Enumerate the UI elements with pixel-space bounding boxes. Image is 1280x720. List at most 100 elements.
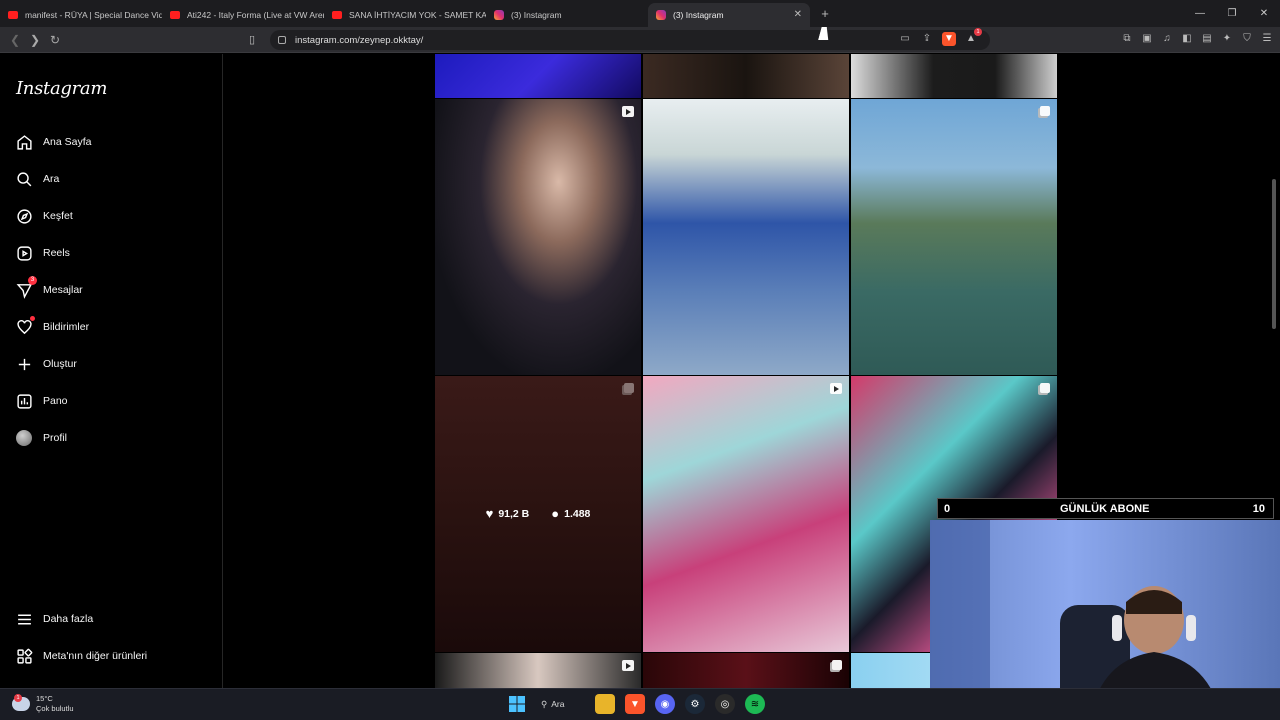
carousel-indicator-icon: [1040, 106, 1050, 116]
sidebar-item-explore[interactable]: Keşfet: [14, 204, 73, 228]
youtube-icon: [8, 10, 18, 19]
leo-ai-icon[interactable]: ✦: [1220, 32, 1234, 46]
file-explorer-icon[interactable]: [595, 694, 615, 714]
reel-indicator-icon: [830, 383, 842, 394]
menu-icon[interactable]: ☰: [1260, 32, 1274, 46]
sidebar-item-home[interactable]: Ana Sayfa: [14, 130, 91, 154]
close-window-icon[interactable]: ✕: [1248, 8, 1280, 19]
sidebar-item-label: Keşfet: [43, 210, 73, 222]
bookmark-icon[interactable]: ▯: [249, 33, 255, 46]
rewards-badge: 1: [974, 28, 982, 36]
vpn-icon[interactable]: ⛉: [1240, 32, 1254, 46]
taskbar-search[interactable]: ⚲ Ara: [537, 694, 585, 714]
sidebar-item-dashboard[interactable]: Pano: [14, 389, 68, 413]
music-icon[interactable]: ♫: [1160, 32, 1174, 46]
close-tab-icon[interactable]: ✕: [794, 9, 802, 20]
url-field[interactable]: instagram.com/zeynep.okktay/: [270, 30, 990, 50]
new-tab-button[interactable]: +: [814, 6, 836, 21]
youtube-icon: [170, 10, 180, 19]
steam-icon[interactable]: ⚙: [685, 694, 705, 714]
comment-icon: ●: [551, 506, 560, 521]
sidebar-item-label: Pano: [43, 395, 68, 407]
likes-value: 91,2 B: [498, 507, 530, 520]
compass-icon: [14, 206, 34, 226]
taskbar-search-label: Ara: [551, 699, 565, 709]
tab-title: manifest - RÜYA | Special Dance Vide: [25, 9, 162, 20]
sidebar-item-label: Bildirimler: [43, 321, 90, 333]
plus-icon: [14, 354, 34, 374]
carousel-indicator-icon: [624, 383, 634, 393]
sidebar-item-label: Ara: [43, 173, 60, 185]
post-thumbnail[interactable]: [643, 653, 849, 688]
youtube-icon: [332, 10, 342, 19]
brave-shields-icon[interactable]: ▼: [942, 32, 956, 46]
sidebar-item-label: Meta'nın diğer ürünleri: [43, 650, 148, 662]
sidebar-item-label: Reels: [43, 247, 70, 259]
url-text: instagram.com/zeynep.okktay/: [295, 34, 424, 46]
browser-tab[interactable]: SANA İHTİYACIM YOK - SAMET KAYR: [324, 3, 486, 27]
heart-icon: [14, 316, 35, 337]
sidebar-item-messages[interactable]: 3 Mesajlar: [14, 276, 83, 302]
grid-icon: [14, 646, 34, 666]
instagram-sidebar: Instagram Ana Sayfa Ara Keşfet Reels 3 M…: [0, 54, 223, 688]
sidebar-item-meta[interactable]: Meta'nın diğer ürünleri: [14, 644, 147, 668]
tab-title: (3) Instagram: [673, 9, 724, 20]
post-thumbnail[interactable]: [643, 54, 849, 98]
post-thumbnail[interactable]: [851, 99, 1057, 375]
share-icon[interactable]: ⇪: [920, 32, 934, 46]
weather-widget[interactable]: 1 15°C Çok bulutlu: [12, 694, 74, 714]
comments-count: ● 1.488: [551, 506, 590, 521]
scrollbar-thumb[interactable]: [1272, 179, 1276, 329]
site-settings-icon[interactable]: [278, 36, 286, 44]
messages-badge: 3: [28, 276, 37, 285]
sidebar-item-search[interactable]: Ara: [14, 167, 59, 191]
subscriber-count-start: 0: [944, 502, 951, 515]
post-thumbnail[interactable]: [643, 376, 849, 652]
sidebar-toggle-icon[interactable]: ◧: [1180, 32, 1194, 46]
discord-icon[interactable]: ◉: [655, 694, 675, 714]
weather-badge: 1: [14, 694, 22, 702]
brave-browser-icon[interactable]: ▼: [625, 694, 645, 714]
windows-start-icon[interactable]: [507, 694, 527, 714]
post-thumbnail-hovered[interactable]: ♥ 91,2 B ● 1.488: [435, 376, 641, 652]
reel-indicator-icon: [622, 660, 634, 671]
browser-tab-strip: manifest - RÜYA | Special Dance Vide Ati…: [0, 0, 1280, 27]
post-hover-stats: ♥ 91,2 B ● 1.488: [435, 506, 641, 521]
obs-icon[interactable]: ◎: [715, 694, 735, 714]
browser-tab[interactable]: manifest - RÜYA | Special Dance Vide: [0, 3, 162, 27]
browser-tab[interactable]: Ati242 - Italy Forma (Live at VW Aren: [162, 3, 324, 27]
reel-indicator-icon: [622, 106, 634, 117]
restore-icon[interactable]: ❐: [1216, 8, 1248, 19]
brave-rewards-icon[interactable]: ▲ 1: [964, 28, 982, 46]
subscriber-bar-label: GÜNLÜK ABONE: [1060, 502, 1150, 515]
sidebar-item-create[interactable]: Oluştur: [14, 352, 77, 376]
wallet-icon[interactable]: ▣: [1140, 32, 1154, 46]
post-thumbnail[interactable]: [435, 99, 641, 375]
browser-tab-active[interactable]: (3) Instagram ✕: [648, 2, 810, 27]
reload-icon[interactable]: ↻: [45, 33, 65, 47]
sidebar-item-reels[interactable]: Reels: [14, 241, 70, 265]
page-scrollbar[interactable]: [1270, 54, 1278, 688]
sidebar-item-more[interactable]: Daha fazla: [14, 607, 93, 631]
back-icon[interactable]: ❮: [5, 33, 25, 47]
post-thumbnail[interactable]: [643, 99, 849, 375]
extensions-icon[interactable]: ⧉: [1120, 32, 1134, 46]
forward-icon[interactable]: ❯: [25, 33, 45, 47]
wallet2-icon[interactable]: ▤: [1200, 32, 1214, 46]
minimize-icon[interactable]: —: [1184, 8, 1216, 19]
search-icon: ⚲: [541, 698, 548, 709]
post-thumbnail[interactable]: [435, 54, 641, 98]
sidebar-item-profile[interactable]: Profil: [14, 426, 67, 450]
instagram-logo[interactable]: Instagram: [16, 78, 107, 99]
post-thumbnail[interactable]: [435, 653, 641, 688]
reels-icon: [14, 243, 34, 263]
instagram-icon: [494, 9, 504, 20]
cast-icon[interactable]: ▭: [898, 32, 912, 46]
sidebar-item-notifications[interactable]: Bildirimler: [14, 315, 89, 339]
browser-tab[interactable]: (3) Instagram: [486, 3, 648, 27]
sidebar-item-label: Ana Sayfa: [43, 136, 92, 148]
post-thumbnail[interactable]: [851, 54, 1057, 98]
spotify-icon[interactable]: ≋: [745, 694, 765, 714]
subscriber-count-goal: 10: [1252, 502, 1265, 515]
daily-subscriber-bar: 0 GÜNLÜK ABONE 10: [937, 498, 1274, 519]
